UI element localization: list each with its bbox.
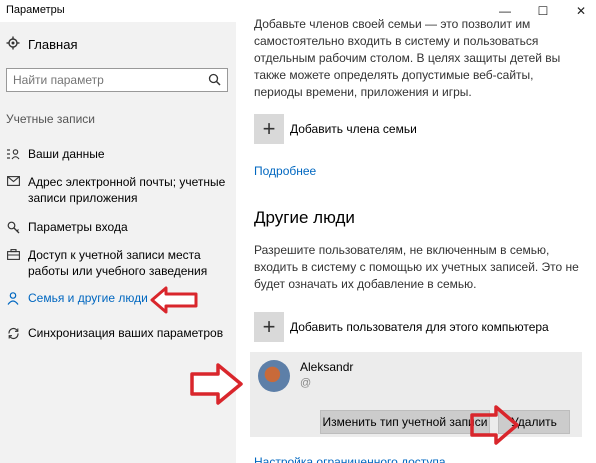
sidebar-item-label: Параметры входа xyxy=(28,220,128,234)
sidebar-item-family[interactable]: Семья и другие люди xyxy=(6,290,232,306)
briefcase-icon xyxy=(6,249,20,260)
add-user-label: Добавить пользователя для этого компьюте… xyxy=(290,320,549,334)
sync-icon xyxy=(6,327,20,340)
nav-home-label: Главная xyxy=(28,37,78,52)
nav-home[interactable]: Главная xyxy=(6,36,77,53)
sidebar-item-label: Адрес электронной почты; учетные записи … xyxy=(28,175,226,205)
user-account-panel[interactable]: Aleksandr @ Изменить тип учетной записи … xyxy=(250,352,582,437)
plus-icon: + xyxy=(254,312,284,342)
more-link[interactable]: Подробнее xyxy=(254,164,316,178)
other-people-description: Разрешите пользователям, не включенным в… xyxy=(254,243,579,291)
user-name: Aleksandr xyxy=(300,360,354,374)
key-icon xyxy=(6,221,20,234)
main-content: Добавьте членов своей семьи — это позвол… xyxy=(236,17,596,463)
sidebar-item-sync[interactable]: Синхронизация ваших параметров xyxy=(6,325,232,341)
section-header-accounts: Учетные записи xyxy=(6,112,95,126)
sidebar-item-label: Синхронизация ваших параметров xyxy=(28,326,224,340)
add-user-row[interactable]: + Добавить пользователя для этого компью… xyxy=(254,312,549,342)
add-family-member-row[interactable]: + Добавить члена семьи xyxy=(254,114,417,144)
annotation-arrow-right-delete xyxy=(470,404,520,451)
search-icon[interactable] xyxy=(208,73,221,91)
sidebar-item-label: Ваши данные xyxy=(28,147,105,161)
family-description: Добавьте членов своей семьи — это позвол… xyxy=(254,17,561,99)
mail-icon xyxy=(6,176,20,186)
window-title: Параметры xyxy=(6,4,65,16)
gear-icon xyxy=(6,36,20,53)
annotation-arrow-left xyxy=(150,286,198,319)
sidebar-item-label: Доступ к учетной записи места работы или… xyxy=(28,248,208,278)
plus-icon: + xyxy=(254,114,284,144)
search-box[interactable] xyxy=(6,68,228,92)
annotation-arrow-right-avatar xyxy=(190,362,244,411)
user-email: @ xyxy=(300,377,312,389)
other-people-heading: Другие люди xyxy=(254,208,355,227)
add-family-member-label: Добавить члена семьи xyxy=(290,122,417,136)
sidebar-item-your-info[interactable]: Ваши данные xyxy=(6,146,232,162)
person-list-icon xyxy=(6,148,20,160)
avatar xyxy=(258,360,290,392)
person-icon xyxy=(6,292,20,305)
restricted-access-link[interactable]: Настройка ограниченного доступа xyxy=(254,455,446,463)
change-account-type-button[interactable]: Изменить тип учетной записи xyxy=(320,410,490,434)
search-input[interactable] xyxy=(13,72,193,88)
sidebar-item-email-accounts[interactable]: Адрес электронной почты; учетные записи … xyxy=(6,174,232,206)
sidebar-item-label: Семья и другие люди xyxy=(28,291,148,305)
sidebar-item-work-access[interactable]: Доступ к учетной записи места работы или… xyxy=(6,247,232,279)
sidebar-item-sign-in-options[interactable]: Параметры входа xyxy=(6,219,232,235)
